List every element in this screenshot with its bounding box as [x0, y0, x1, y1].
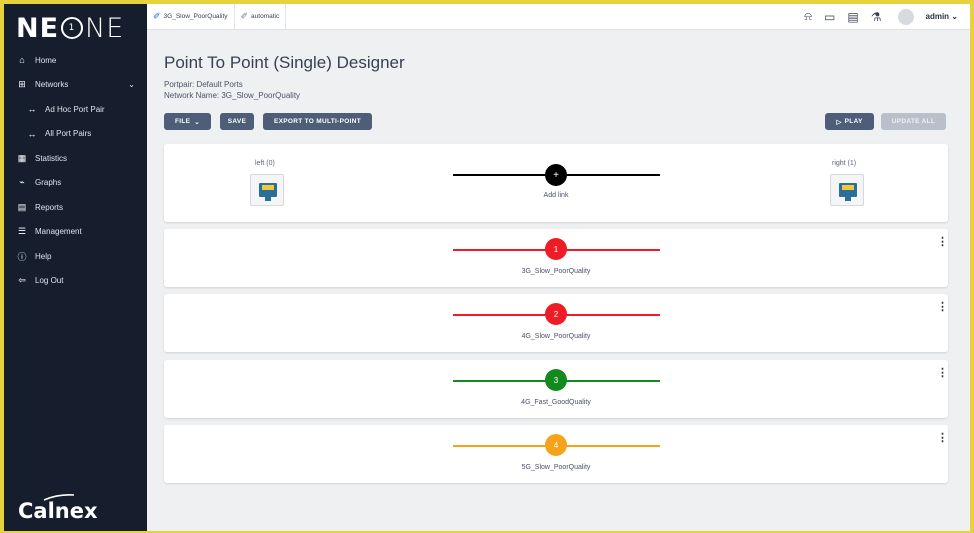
app-frame: NE 1 NE ⌂ Home ⊞ Networks ⌄ ↔ Ad Hoc Por… [4, 4, 970, 531]
sidebar-item-label: Reports [35, 202, 64, 212]
left-port-label: left (0) [255, 160, 275, 167]
user-name: admin [925, 12, 950, 21]
export-button[interactable]: EXPORT TO MULTI-POINT [263, 113, 372, 130]
sidebar-item-label: Networks [35, 80, 69, 90]
kebab-menu-icon[interactable]: ⋮ [937, 431, 948, 444]
sidebar-item-label: Ad Hoc Port Pair [45, 104, 105, 114]
arrows-icon: ↔ [27, 128, 37, 139]
link-card[interactable]: 2 4G_Slow_PoorQuality ⋮ [164, 294, 948, 352]
document-icon: ▤ [17, 201, 27, 212]
top-bar: ✐ 3G_Slow_PoorQuality ✐ automatic ⍾ ▭ ▤ … [147, 4, 970, 30]
sidebar-nav: ⌂ Home ⊞ Networks ⌄ ↔ Ad Hoc Port Pair ↔… [4, 48, 147, 293]
avatar[interactable] [897, 8, 914, 25]
bell-icon[interactable]: ⍾ [804, 9, 812, 24]
crumb-label: automatic [251, 13, 280, 20]
add-link-button[interactable]: + [545, 164, 567, 186]
network-icon: ⊞ [18, 79, 26, 90]
play-button[interactable]: ▷ PLAY [825, 113, 874, 130]
logout-icon: ⇦ [18, 275, 26, 286]
network-crumb[interactable]: ✐ 3G_Slow_PoorQuality [147, 4, 235, 30]
arrows-icon: ↔ [27, 104, 37, 115]
calnex-logo: Calnex [18, 499, 98, 523]
link-number-badge: 3 [545, 369, 567, 391]
right-port-label: right (1) [832, 160, 857, 167]
file-button[interactable]: FILE ⌄ [164, 113, 211, 130]
user-menu[interactable]: admin ⌄ [926, 12, 959, 21]
clipboard-icon[interactable]: ▤ [847, 10, 858, 24]
link-number-badge: 4 [545, 434, 567, 456]
save-button[interactable]: SAVE [220, 113, 254, 130]
sidebar-item-label: All Port Pairs [45, 129, 92, 139]
mode-crumb[interactable]: ✐ automatic [235, 4, 287, 30]
home-icon: ⌂ [19, 55, 25, 66]
kebab-menu-icon[interactable]: ⋮ [937, 366, 948, 379]
info-icon: ⓘ [17, 251, 27, 262]
bug-icon[interactable]: ⚗ [871, 10, 882, 24]
neone-logo[interactable]: NE 1 NE [16, 12, 124, 44]
sidebar-item-help[interactable]: ⓘ Help [4, 244, 147, 269]
play-icon: ▷ [836, 118, 842, 126]
link-icon: ✐ [240, 11, 249, 21]
table-icon: ▦ [17, 152, 27, 163]
sidebar-item-statistics[interactable]: ▦ Statistics [4, 146, 147, 171]
link-card[interactable]: 4 5G_Slow_PoorQuality ⋮ [164, 425, 948, 483]
sidebar-item-label: Statistics [35, 153, 68, 163]
link-card[interactable]: 1 3G_Slow_PoorQuality ⋮ [164, 229, 948, 287]
sidebar-item-log-out[interactable]: ⇦ Log Out [4, 269, 147, 294]
link-card[interactable]: 3 4G_Fast_GoodQuality ⋮ [164, 360, 948, 418]
sidebar-item-label: Graphs [35, 178, 62, 188]
link-icon: ✐ [153, 11, 161, 21]
crumb-label: 3G_Slow_PoorQuality [163, 13, 228, 20]
chart-icon: ⌁ [19, 177, 25, 188]
kebab-menu-icon[interactable]: ⋮ [937, 300, 948, 313]
sidebar-item-label: Management [35, 227, 82, 237]
sidebar-item-home[interactable]: ⌂ Home [4, 48, 147, 73]
chevron-down-icon: ⌄ [128, 80, 135, 90]
chevron-down-icon: ⌄ [194, 118, 201, 126]
video-icon[interactable]: ▭ [824, 10, 835, 24]
portpair-info: Portpair: Default Ports [164, 80, 243, 89]
network-name-info: Network Name: 3G_Slow_PoorQuality [164, 91, 301, 100]
link-name: 3G_Slow_PoorQuality [521, 268, 591, 275]
sidebar-item-label: Help [35, 251, 52, 261]
link-name: 5G_Slow_PoorQuality [521, 464, 591, 471]
link-number-badge: 2 [545, 303, 567, 325]
logo-circle-icon: 1 [61, 17, 84, 39]
page-title: Point To Point (Single) Designer [164, 53, 405, 72]
sidebar: NE 1 NE ⌂ Home ⊞ Networks ⌄ ↔ Ad Hoc Por… [4, 4, 147, 531]
sidebar-item-reports[interactable]: ▤ Reports [4, 195, 147, 220]
right-port-icon[interactable] [830, 174, 864, 206]
sidebar-item-graphs[interactable]: ⌁ Graphs [4, 171, 147, 196]
port-pair-card: left (0) right (1) + Add link [164, 144, 948, 222]
file-button-label: FILE [174, 118, 191, 125]
kebab-menu-icon[interactable]: ⋮ [937, 235, 948, 248]
link-name: 4G_Slow_PoorQuality [521, 333, 591, 340]
top-icons: ⍾ ▭ ▤ ⚗ admin ⌄ [804, 8, 970, 25]
sidebar-item-ad-hoc-port-pair[interactable]: ↔ Ad Hoc Port Pair [4, 97, 147, 122]
sidebar-item-label: Log Out [35, 276, 64, 286]
sidebar-item-management[interactable]: ☰ Management [4, 220, 147, 245]
logo-ne-suffix: NE [85, 12, 125, 44]
add-link-label: Add link [543, 192, 569, 199]
sidebar-item-label: Home [35, 55, 57, 65]
play-button-label: PLAY [844, 118, 863, 125]
chevron-down-icon: ⌄ [951, 12, 958, 21]
link-name: 4G_Fast_GoodQuality [521, 399, 591, 406]
left-port-icon[interactable] [250, 174, 284, 206]
logo-ne: NE [16, 12, 60, 44]
sidebar-item-all-port-pairs[interactable]: ↔ All Port Pairs [4, 122, 147, 147]
update-all-button[interactable]: UPDATE ALL [881, 113, 946, 130]
link-number-badge: 1 [545, 238, 567, 260]
sidebar-item-networks[interactable]: ⊞ Networks ⌄ [4, 73, 147, 98]
list-icon: ☰ [17, 226, 27, 237]
